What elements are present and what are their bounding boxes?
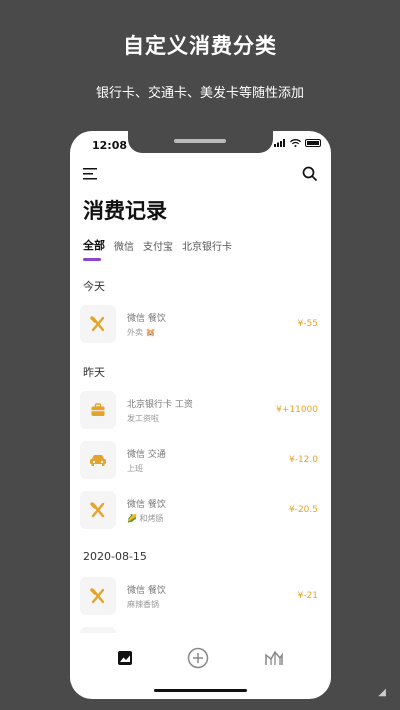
row-note: 上班 <box>127 463 143 473</box>
car-icon <box>80 441 116 479</box>
promo-title: 自定义消费分类 <box>123 34 277 58</box>
add-circle-icon[interactable] <box>187 647 209 669</box>
status-icons <box>274 139 321 147</box>
row-amount: ¥-21 <box>297 591 318 601</box>
row-category: 北京银行卡 工资 <box>127 399 193 410</box>
row-amount: ¥-20.5 <box>288 505 318 515</box>
search-icon[interactable] <box>302 166 318 182</box>
home-icon[interactable] <box>117 650 133 666</box>
row-category: 微信 餐饮 <box>127 313 166 324</box>
transaction-row[interactable]: 微信 餐饮 🌽 和烤肠 ¥-20.5 <box>80 490 318 530</box>
phone-notch <box>128 131 273 153</box>
tab-alipay[interactable]: 支付宝 <box>143 238 173 253</box>
promo-subtitle: 银行卡、交通卡、美发卡等随性添加 <box>95 86 304 101</box>
row-note: 🌽 和烤肠 <box>127 513 164 523</box>
section-label-date: 2020-08-15 <box>83 550 147 563</box>
row-note: 麻辣香锅 <box>127 599 159 609</box>
account-tabs: 全部 微信 支付宝 北京银行卡 <box>83 237 232 253</box>
page-title: 消费记录 <box>83 199 167 223</box>
transaction-row-partial[interactable] <box>80 626 318 633</box>
section-label-yesterday: 昨天 <box>83 366 105 379</box>
speaker-pill <box>174 139 226 143</box>
transaction-row[interactable]: 微信 餐饮 麻辣香锅 ¥-21 <box>80 576 318 616</box>
status-time: 12:08 <box>92 139 128 152</box>
transaction-row[interactable]: 微信 餐饮 外卖 🐹 ¥-55 <box>80 304 318 344</box>
utensils-icon <box>80 491 116 529</box>
utensils-icon <box>80 305 116 343</box>
battery-icon <box>305 139 321 147</box>
transaction-row[interactable]: 微信 交通 上班 ¥-12.0 <box>80 440 318 480</box>
row-amount: ¥-55 <box>297 319 318 329</box>
signal-icon <box>274 139 285 147</box>
row-amount: ¥-12.0 <box>288 455 318 465</box>
row-category: 微信 餐饮 <box>127 499 166 510</box>
utensils-icon <box>80 577 116 615</box>
bottom-nav <box>70 633 331 683</box>
home-indicator <box>154 689 247 692</box>
corner-decoration-icon: ◢ <box>378 687 386 698</box>
phone-screen: 12:08 消费记录 全部 微信 支付宝 北京银行卡 今天 微信 餐饮 外卖 🐹… <box>70 131 331 699</box>
row-category: 微信 餐饮 <box>127 585 166 596</box>
tab-all[interactable]: 全部 <box>83 237 105 253</box>
transaction-row[interactable]: 北京银行卡 工资 发工资啦 ¥+11000 <box>80 390 318 430</box>
row-category: 微信 交通 <box>127 449 166 460</box>
row-note: 外卖 🐹 <box>127 327 156 337</box>
briefcase-icon <box>80 391 116 429</box>
section-label-today: 今天 <box>83 280 105 293</box>
tab-wechat[interactable]: 微信 <box>114 238 134 253</box>
row-note: 发工资啦 <box>127 413 159 423</box>
menu-icon[interactable] <box>83 167 99 181</box>
active-tab-indicator <box>83 258 101 261</box>
chart-icon[interactable] <box>264 649 284 667</box>
wifi-icon <box>290 139 301 147</box>
top-bar <box>83 163 318 185</box>
transaction-list[interactable]: 今天 微信 餐饮 外卖 🐹 ¥-55 昨天 北京银行卡 工资 发工资啦 ¥+11… <box>70 271 331 633</box>
tab-bank-card[interactable]: 北京银行卡 <box>182 238 232 253</box>
row-amount: ¥+11000 <box>276 405 318 415</box>
